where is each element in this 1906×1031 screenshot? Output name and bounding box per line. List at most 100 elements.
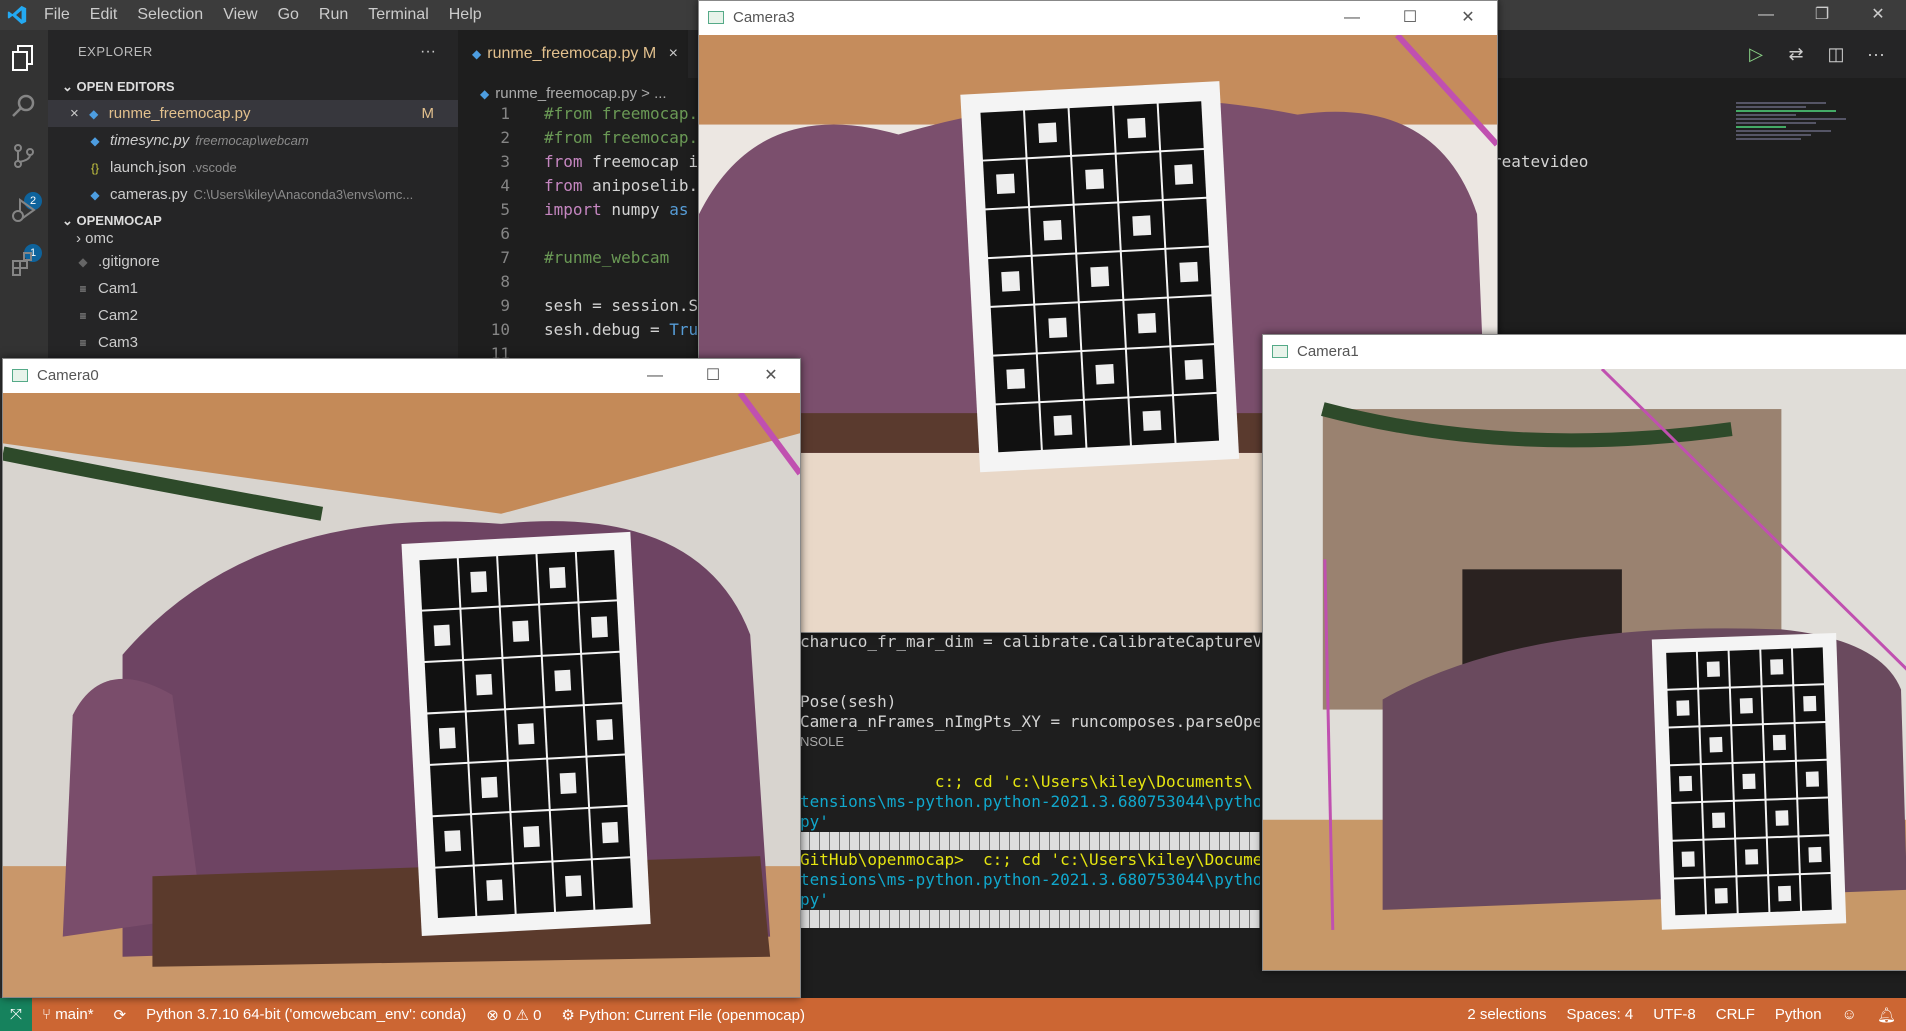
window-title: Camera0 [37, 367, 99, 384]
menu-file[interactable]: File [34, 6, 80, 24]
board-square [587, 755, 628, 807]
file-path: .vscode [191, 160, 237, 175]
more-actions-icon[interactable]: ··· [420, 30, 436, 74]
file-item[interactable]: ≡ Cam1 [48, 275, 458, 302]
menu-run[interactable]: Run [309, 6, 358, 24]
encoding-status[interactable]: UTF-8 [1643, 1006, 1706, 1023]
menu-go[interactable]: Go [268, 6, 309, 24]
board-square [550, 808, 591, 861]
code-line: 10 sesh.debug = Tru [458, 318, 698, 342]
aruco-marker [1739, 698, 1753, 714]
run-debug-icon[interactable] [8, 196, 40, 228]
open-editor-item[interactable]: {} launch.json .vscode [48, 154, 458, 181]
run-icon[interactable]: ▷ [1736, 44, 1776, 65]
aruco-marker [1090, 266, 1110, 287]
code-text: sesh = session.S [544, 296, 699, 315]
python-interpreter[interactable]: Python 3.7.10 64-bit ('omcwebcam_env': c… [136, 1006, 476, 1023]
close-tab-icon[interactable]: × [669, 30, 678, 78]
aruco-marker [1681, 851, 1695, 867]
terminal-line: GitHub\openmocap> c:; cd 'c:\Users\kiley… [800, 850, 1260, 869]
eol-status[interactable]: CRLF [1706, 1006, 1765, 1023]
camera1-titlebar[interactable]: Camera1 [1263, 335, 1906, 369]
board-square [1168, 296, 1214, 346]
open-editor-item[interactable]: ◆ cameras.py C:\Users\kiley\Anaconda3\envs… [48, 181, 458, 208]
board-square [435, 866, 476, 918]
board-square [980, 110, 1026, 160]
line-number: 3 [500, 152, 510, 171]
sync-icon[interactable]: ⟳ [104, 1006, 137, 1024]
camera0-window[interactable]: Camera0 — ☐ ✕ [2, 358, 801, 998]
project-header[interactable]: ⌄ OPENMOCAP [48, 208, 458, 234]
language-mode[interactable]: Python [1765, 1006, 1832, 1023]
aruco-marker [1778, 885, 1792, 902]
code-line: 8 [458, 270, 698, 294]
aruco-marker [1095, 364, 1115, 385]
open-editor-item[interactable]: ◆ timesync.py freemocap\webcam [48, 127, 458, 154]
aruco-marker [438, 727, 456, 749]
terminal-line: py' [800, 890, 829, 909]
menu-terminal[interactable]: Terminal [358, 6, 438, 24]
close-editor-icon[interactable]: × [70, 105, 79, 122]
keyword: from [544, 152, 583, 171]
menu-edit[interactable]: Edit [80, 6, 128, 24]
text-file-icon: ≡ [79, 336, 87, 350]
board-square [1027, 156, 1073, 207]
code-editor[interactable]: 1 #from freemocap. 2 #from freemocap. 3 from … [458, 102, 698, 366]
git-branch[interactable]: ⑂ main* [32, 1006, 104, 1023]
code-line: 4 from aniposelib. [458, 174, 698, 198]
camera3-titlebar[interactable]: Camera3 — ☐ ✕ [699, 1, 1497, 35]
board-square [1734, 800, 1766, 838]
compare-changes-icon[interactable]: ⇄ [1776, 44, 1816, 65]
indentation-status[interactable]: Spaces: 4 [1557, 1006, 1644, 1023]
maximize-icon[interactable]: ☐ [684, 359, 742, 393]
board-square [1767, 837, 1799, 875]
camera1-window[interactable]: Camera1 [1262, 334, 1906, 971]
restore-icon[interactable]: ❐ [1794, 0, 1850, 30]
open-editor-item[interactable]: × ◆ runme_freemocap.py M [48, 100, 458, 127]
camera0-titlebar[interactable]: Camera0 — ☐ ✕ [3, 359, 800, 393]
close-icon[interactable]: ✕ [1850, 0, 1906, 30]
file-item[interactable]: ◆ .gitignore [48, 248, 458, 275]
explorer-icon[interactable] [8, 44, 40, 76]
extensions-icon[interactable] [8, 250, 40, 282]
camera0-image [3, 393, 800, 997]
folder-item[interactable]: › omc [48, 234, 458, 248]
board-square [540, 603, 581, 655]
file-item[interactable]: ≡ Cam2 [48, 302, 458, 329]
source-control-icon[interactable] [8, 142, 40, 174]
remote-indicator-icon[interactable]: ⤧ [0, 998, 32, 1031]
board-square [1668, 727, 1700, 765]
aruco-marker [480, 776, 498, 799]
more-actions-icon[interactable]: ··· [1856, 44, 1896, 65]
file-item[interactable]: ≡ Cam3 [48, 329, 458, 356]
close-icon[interactable]: ✕ [742, 359, 800, 393]
split-editor-icon[interactable]: ◫ [1816, 44, 1856, 65]
feedback-icon[interactable]: ☺ [1832, 1006, 1867, 1023]
board-square [1069, 105, 1115, 155]
aruco-marker [1038, 122, 1057, 143]
menu-view[interactable]: View [213, 6, 267, 24]
code-text: #from freemocap. [544, 104, 699, 123]
minimize-icon[interactable]: — [1323, 1, 1381, 35]
notifications-icon[interactable]: 🔔︎ [1867, 1006, 1906, 1024]
close-icon[interactable]: ✕ [1439, 1, 1497, 35]
aruco-marker [1772, 734, 1786, 751]
minimize-icon[interactable]: — [1738, 0, 1794, 30]
search-icon[interactable] [8, 92, 40, 124]
board-square [1158, 101, 1204, 151]
maximize-icon[interactable]: ☐ [1381, 1, 1439, 35]
menu-selection[interactable]: Selection [127, 6, 213, 24]
debug-config[interactable]: ⚙ Python: Current File (openmocap) [551, 1006, 815, 1024]
minimize-icon[interactable]: — [626, 359, 684, 393]
minimap[interactable] [1736, 100, 1856, 200]
window-title: Camera1 [1297, 343, 1359, 360]
aruco-marker [1132, 215, 1152, 236]
selections-status[interactable]: 2 selections [1457, 1006, 1556, 1023]
menu-help[interactable]: Help [439, 6, 492, 24]
terminal-panel[interactable]: charuco_fr_mar_dim = calibrate.Calibrate… [800, 632, 1260, 970]
window-title: Camera3 [733, 9, 795, 26]
problems-count[interactable]: ⊗ 0 ⚠ 0 [476, 1006, 551, 1024]
open-editors-header[interactable]: ⌄ OPEN EDITORS [48, 74, 458, 100]
tab-runme-freemocap[interactable]: ◆ runme_freemocap.py M × [458, 30, 688, 78]
